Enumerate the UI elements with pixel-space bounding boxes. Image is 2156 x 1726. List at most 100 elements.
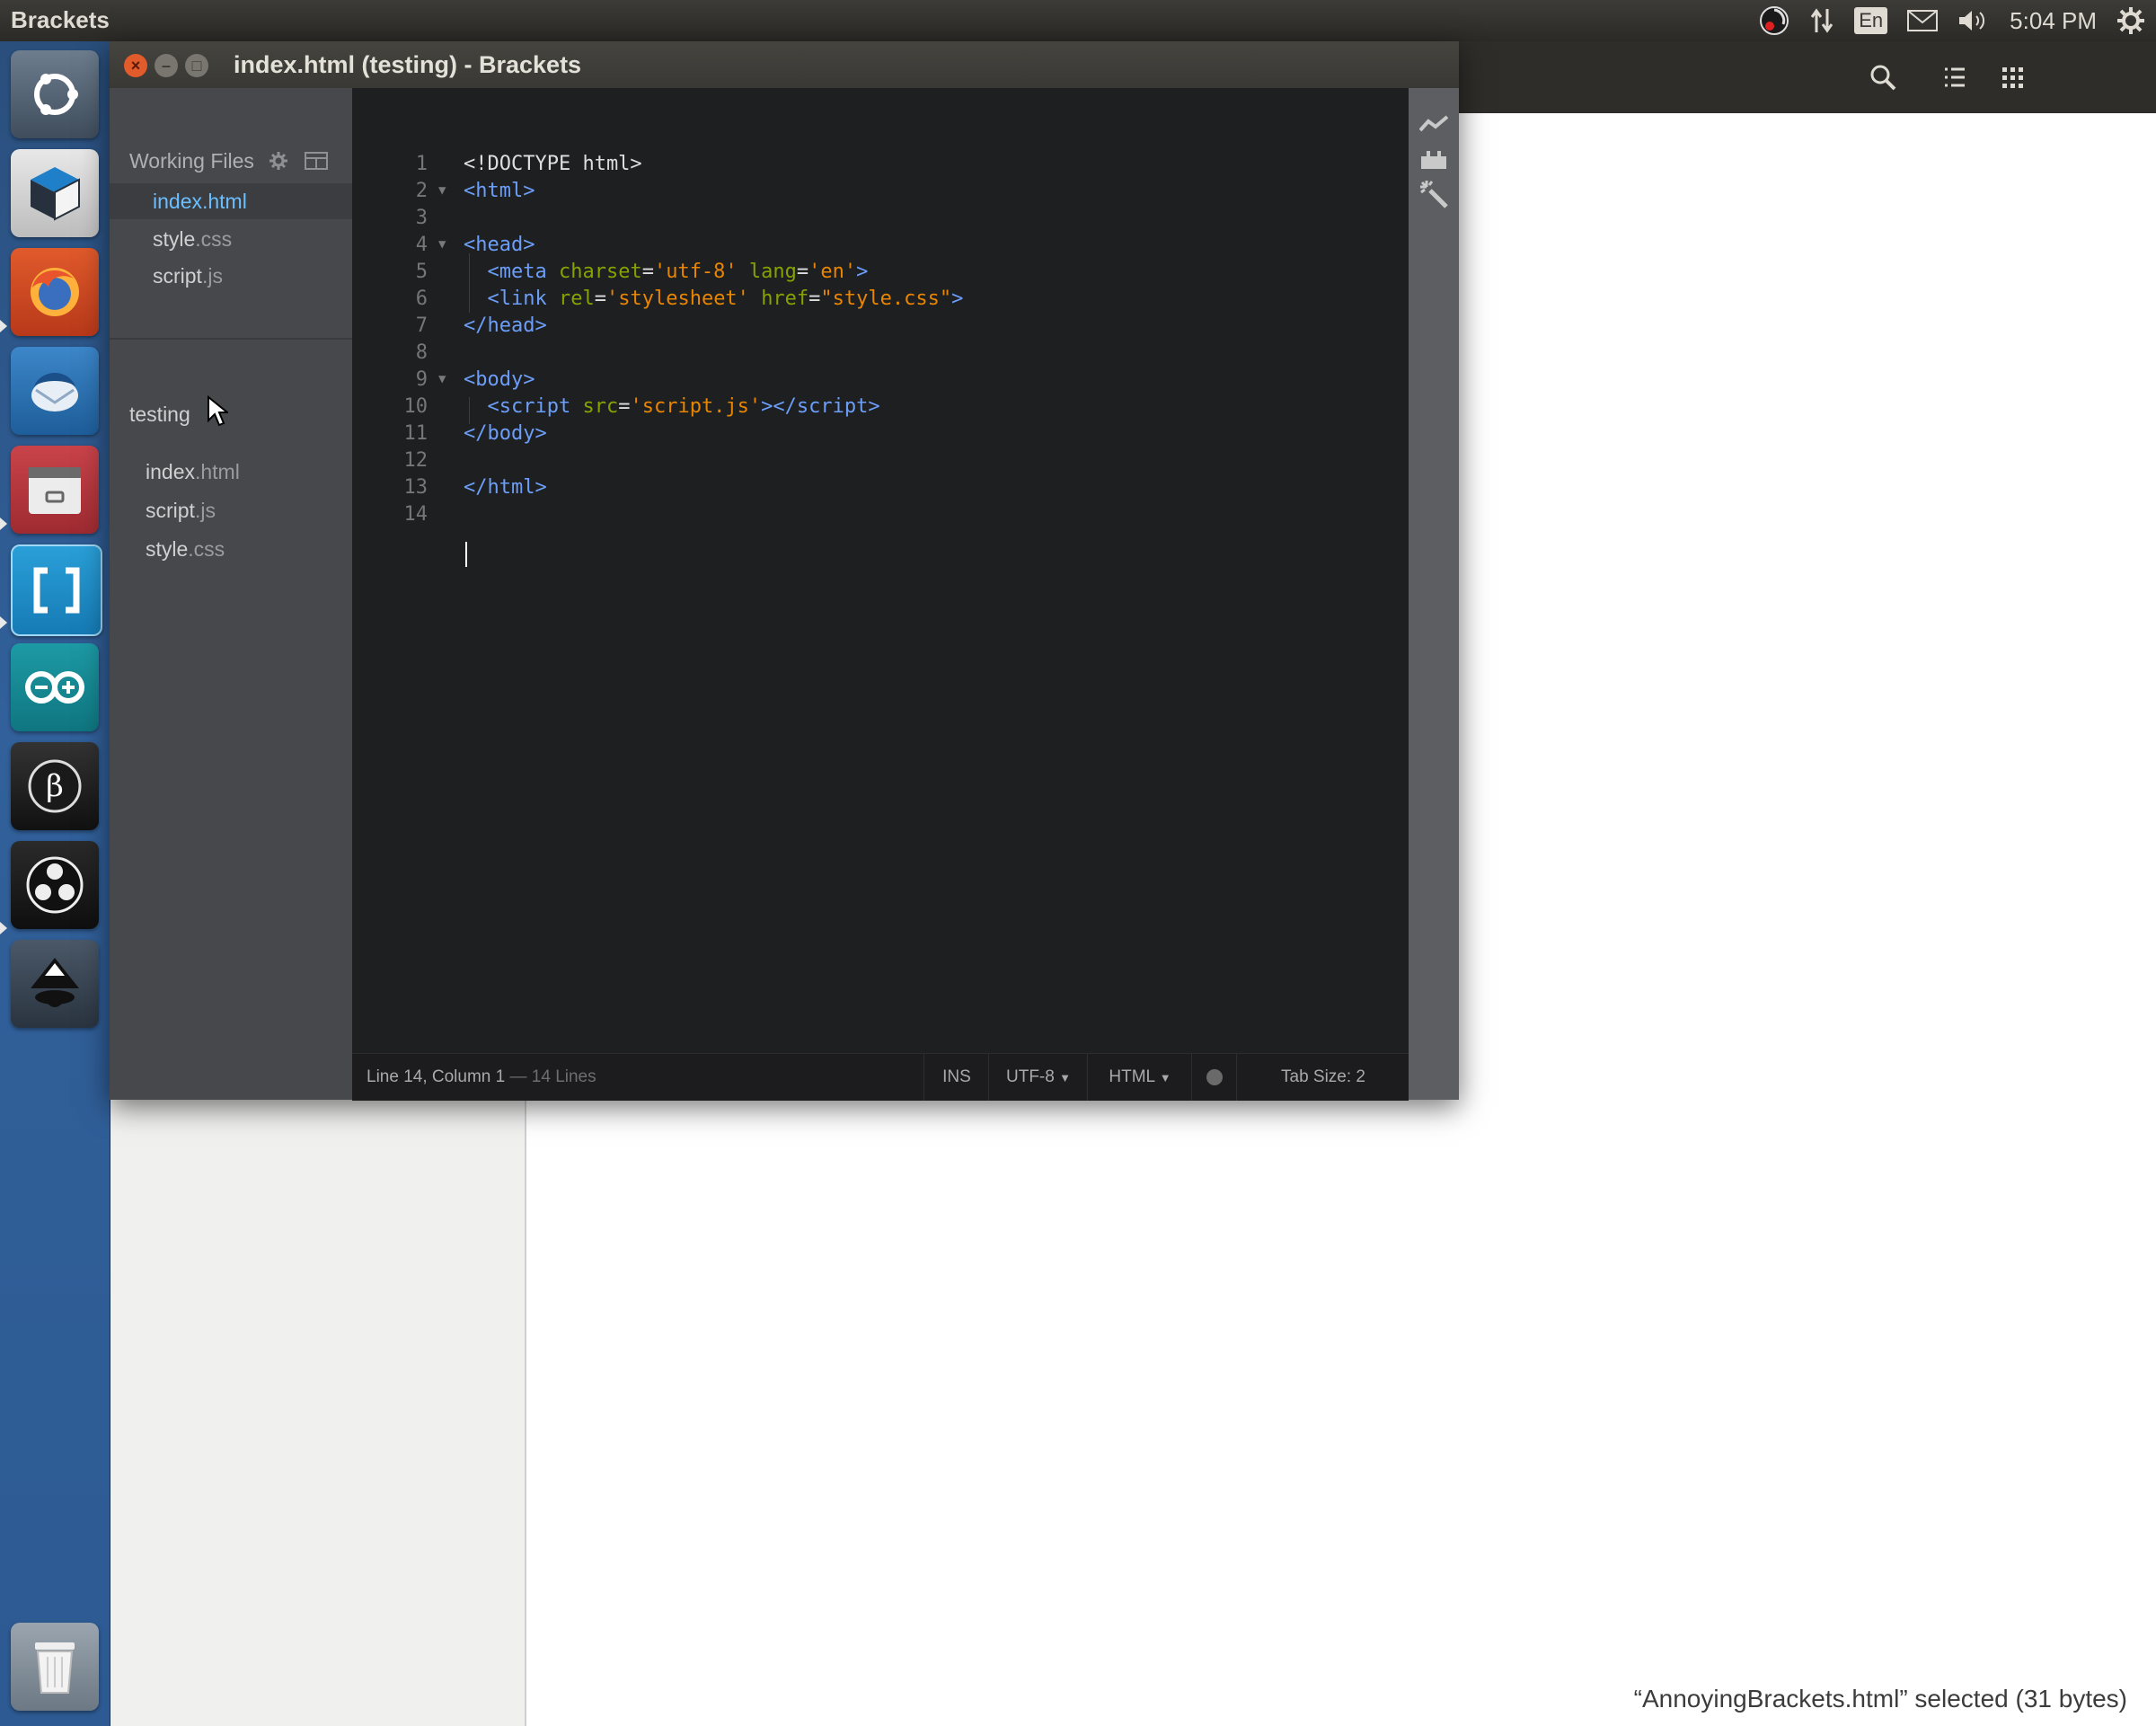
linter-status-icon xyxy=(1206,1068,1223,1085)
window-titlebar[interactable]: × – □ index.html (testing) - Brackets xyxy=(110,41,1459,88)
top-panel: Brackets En 5:04 PM xyxy=(0,0,2156,41)
code-line: <script src='script.js'></script> xyxy=(487,395,880,418)
line-number: 7 xyxy=(415,314,428,337)
working-file-item[interactable]: index.html xyxy=(110,183,352,219)
list-view-icon[interactable] xyxy=(1931,54,1978,101)
line-number: 9 xyxy=(415,368,428,391)
file-name: index xyxy=(146,460,195,483)
window-title: index.html (testing) - Brackets xyxy=(234,51,582,78)
launcher: β xyxy=(0,41,110,1726)
trash-icon[interactable] xyxy=(11,1623,99,1711)
fold-arrow-icon[interactable]: ▼ xyxy=(438,183,446,198)
running-indicator xyxy=(0,922,7,934)
brackets-app-icon[interactable] xyxy=(11,544,102,636)
search-icon[interactable] xyxy=(1860,54,1906,101)
svg-text:β: β xyxy=(46,768,64,804)
system-gear-icon[interactable] xyxy=(2116,0,2145,41)
extension-manager-icon[interactable] xyxy=(1419,144,1448,173)
arduino-icon[interactable] xyxy=(11,643,99,731)
active-app-title: Brackets xyxy=(11,6,110,33)
close-button[interactable]: × xyxy=(124,54,147,77)
project-file-item[interactable]: style.css xyxy=(146,537,225,562)
line-number: 2 xyxy=(415,180,428,202)
line-number: 4 xyxy=(415,234,428,256)
clock-label: 5:04 PM xyxy=(2010,6,2097,34)
code-editor[interactable]: 1 2 3 4 5 6 7 8 9 10 11 12 13 14 ▼ ▼ ▼ <… xyxy=(352,88,1409,1053)
maximize-icon: □ xyxy=(191,57,202,75)
split-view-icon[interactable] xyxy=(304,152,328,170)
indicator-area: En 5:04 PM xyxy=(1759,0,2145,41)
p3-app-icon[interactable]: β xyxy=(11,742,99,830)
chevron-down-icon: ▼ xyxy=(1059,1071,1071,1084)
working-file-item[interactable]: script.js xyxy=(110,258,352,294)
working-file-item[interactable]: style.css xyxy=(110,221,352,257)
cursor-position-info: Line 14, Column 1 — 14 Lines xyxy=(367,1067,596,1087)
encoding-dropdown[interactable]: UTF-8 ▼ xyxy=(988,1054,1088,1101)
clock[interactable]: 5:04 PM xyxy=(2010,0,2097,41)
code-line: <link rel='stylesheet' href="style.css"> xyxy=(487,288,964,310)
running-indicator xyxy=(0,320,7,332)
encoding-label: UTF-8 xyxy=(1006,1067,1055,1086)
language-dropdown[interactable]: HTML ▼ xyxy=(1087,1054,1192,1101)
grid-view-icon[interactable] xyxy=(1989,54,2036,101)
inkscape-icon[interactable] xyxy=(11,940,99,1028)
tab-size-label: Tab Size: 2 xyxy=(1281,1067,1365,1086)
project-dropdown[interactable]: testing xyxy=(129,394,230,427)
working-files-header: Working Files xyxy=(129,147,328,174)
fold-arrow-icon[interactable]: ▼ xyxy=(438,237,446,252)
code-line: </head> xyxy=(464,314,547,337)
right-toolbar xyxy=(1409,88,1459,1100)
minimize-icon: – xyxy=(161,57,171,75)
running-indicator xyxy=(0,518,7,530)
line-number: 8 xyxy=(415,341,428,364)
keyboard-layout-label: En xyxy=(1854,7,1888,34)
volume-icon[interactable] xyxy=(1957,0,1990,41)
file-ext: .html xyxy=(201,190,247,213)
project-file-item[interactable]: index.html xyxy=(146,460,240,484)
thunderbird-icon[interactable] xyxy=(11,347,99,435)
line-number: 10 xyxy=(403,395,429,418)
code-line: <!DOCTYPE html> xyxy=(464,153,642,175)
code-line: <html> xyxy=(464,180,535,202)
running-indicator xyxy=(0,616,7,629)
line-number: 11 xyxy=(403,422,429,445)
code-line: </html> xyxy=(464,476,547,499)
file-ext: .css xyxy=(195,227,233,251)
divider xyxy=(110,338,352,340)
insert-mode-label: INS xyxy=(942,1067,971,1086)
status-bar: Line 14, Column 1 — 14 Lines INS UTF-8 ▼… xyxy=(352,1053,1409,1101)
gear-icon[interactable] xyxy=(269,151,288,171)
keyboard-layout-indicator[interactable]: En xyxy=(1854,0,1888,41)
maximize-button[interactable]: □ xyxy=(185,54,208,77)
file-manager-sidebar-lower xyxy=(110,1101,526,1726)
network-updown-icon[interactable] xyxy=(1809,0,1834,41)
file-name: style xyxy=(146,537,189,561)
cube-app-icon[interactable] xyxy=(11,149,99,237)
file-ext: .html xyxy=(194,460,240,483)
sidebar: Working Files index.html style.css scrip… xyxy=(110,88,352,1100)
file-manager-status: “AnnoyingBrackets.html” selected (31 byt… xyxy=(1633,1685,2127,1713)
file-manager-icon[interactable] xyxy=(11,446,99,534)
project-file-item[interactable]: script.js xyxy=(146,499,216,523)
obs-icon[interactable] xyxy=(11,841,99,929)
file-name: script xyxy=(153,264,202,288)
code-line: <body> xyxy=(464,368,535,391)
obs-tray-icon[interactable] xyxy=(1759,0,1789,41)
minimize-button[interactable]: – xyxy=(155,54,178,77)
firefox-icon[interactable] xyxy=(11,248,99,336)
ubuntu-dash-icon[interactable] xyxy=(11,50,99,138)
magic-wand-icon[interactable] xyxy=(1419,180,1448,208)
fold-arrow-icon[interactable]: ▼ xyxy=(438,372,446,386)
insert-mode-toggle[interactable]: INS xyxy=(923,1054,989,1101)
code-line: <head> xyxy=(464,234,535,256)
linter-status[interactable] xyxy=(1191,1054,1237,1101)
tab-size-control[interactable]: Tab Size: 2 xyxy=(1236,1054,1409,1101)
live-preview-icon[interactable] xyxy=(1419,110,1448,138)
line-number: 1 xyxy=(415,153,428,175)
close-icon: × xyxy=(130,57,141,75)
line-number: 12 xyxy=(403,449,429,472)
mail-icon[interactable] xyxy=(1907,0,1939,41)
code-line: <meta charset='utf-8' lang='en'> xyxy=(487,261,869,283)
chevron-down-icon: ▼ xyxy=(1159,1071,1171,1084)
file-ext: .css xyxy=(188,537,225,561)
